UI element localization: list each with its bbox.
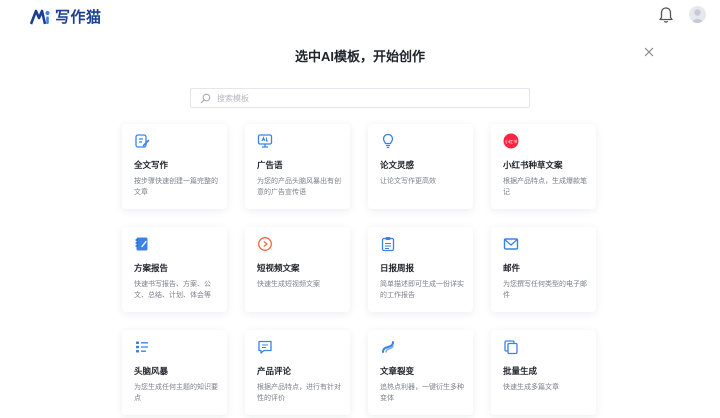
card-description: 快速书写报告、方案、公文、总结、计划、体会等: [134, 281, 211, 299]
card-description: 根据产品特点，生成爆款笔记: [503, 178, 587, 196]
template-card-full-writing[interactable]: 全文写作 按步骤快速创建一篇完整的文章: [122, 124, 227, 209]
card-title: 日报周报: [380, 263, 415, 273]
brand-name: 写作猫: [55, 9, 102, 26]
template-card-product-review[interactable]: 产品评论 根据产品特点，进行有针对性的评价: [245, 330, 350, 415]
card-description: 为您生成任何主题的知识要点: [134, 384, 218, 402]
fission-icon: [382, 341, 394, 353]
template-card-short-video[interactable]: 短视频文案 快速生成短视频文案: [245, 227, 350, 312]
template-card-slogan[interactable]: 广告语 为您的产品头脑风暴出有创意的广告宣传语: [245, 124, 350, 209]
card-title: 全文写作: [134, 160, 169, 170]
card-description: 快速生成短视频文案: [257, 281, 320, 288]
search-input[interactable]: [217, 93, 517, 103]
card-title: 广告语: [257, 160, 283, 170]
card-title: 产品评论: [257, 366, 292, 376]
batch-copy-icon: [504, 340, 518, 355]
user-avatar[interactable]: [689, 6, 706, 23]
card-description: 快速生成多篇文章: [503, 384, 559, 391]
search-icon: [200, 93, 211, 103]
template-card-daily-weekly-report[interactable]: 日报周报 简单描述即可生成一份详实的工作报告: [368, 227, 473, 312]
card-title: 小红书种草文案: [503, 160, 563, 170]
card-description: 简单描述即可生成一份详实的工作报告: [380, 281, 464, 299]
template-search[interactable]: [190, 88, 530, 108]
ad-screen-icon: [257, 134, 273, 148]
template-card-xiaohongshu[interactable]: 小红书 小红书种草文案 根据产品特点，生成爆款笔记: [491, 124, 596, 209]
card-description: 按步骤快速创建一篇完整的文章: [134, 178, 218, 196]
video-play-icon: [258, 237, 272, 251]
template-card-article-fission[interactable]: 文章裂变 追热点利器，一键衍生多种变体: [368, 330, 473, 415]
document-edit-icon: [135, 134, 150, 148]
card-description: 为您撰写任何类型的电子邮件: [503, 281, 587, 299]
template-card-batch-generate[interactable]: 批量生成 快速生成多篇文章: [491, 330, 596, 415]
clipboard-icon: [381, 237, 395, 252]
card-description: 根据产品特点，进行有针对性的评价: [257, 384, 341, 402]
lightbulb-icon: [382, 133, 394, 149]
template-card-report[interactable]: 方案报告 快速书写报告、方案、公文、总结、计划、体会等: [122, 227, 227, 312]
card-title: 论文灵感: [380, 160, 415, 170]
brainstorm-list-icon: [136, 341, 148, 353]
card-title: 批量生成: [503, 366, 538, 376]
card-title: 头脑风暴: [134, 366, 169, 376]
xiaohongshu-badge-text: 小红书: [505, 138, 518, 145]
notebook-icon: [135, 237, 148, 251]
card-title: 方案报告: [134, 263, 169, 273]
card-description: 追热点利器，一键衍生多种变体: [380, 384, 464, 402]
brand-logo[interactable]: 写作猫: [30, 6, 102, 27]
card-description: 让论文写作更高效: [380, 178, 436, 185]
xiaohongshu-logo-icon: 小红书: [503, 133, 519, 149]
logo-mark-icon: [30, 9, 50, 24]
card-title: 短视频文案: [257, 263, 300, 273]
template-card-brainstorm[interactable]: 头脑风暴 为您生成任何主题的知识要点: [122, 330, 227, 415]
card-description: 为您的产品头脑风暴出有创意的广告宣传语: [257, 178, 341, 196]
close-icon[interactable]: [642, 45, 656, 59]
template-card-email[interactable]: 邮件 为您撰写任何类型的电子邮件: [491, 227, 596, 312]
card-title: 文章裂变: [380, 366, 415, 376]
top-bar: 写作猫: [0, 0, 720, 30]
mail-icon: [503, 238, 519, 250]
card-title: 邮件: [503, 263, 521, 273]
template-card-thesis-inspiration[interactable]: 论文灵感 让论文写作更高效: [368, 124, 473, 209]
comment-icon: [258, 340, 272, 354]
bell-icon[interactable]: [658, 6, 674, 24]
user-icon: [691, 9, 704, 23]
dialog-title: 选中AI模板，开始创作: [294, 49, 425, 64]
